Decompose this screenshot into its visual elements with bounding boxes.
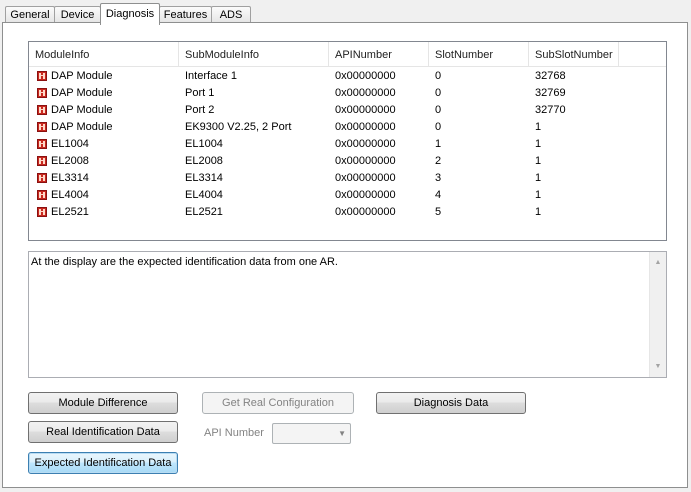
row-slotnumber: 5 — [435, 206, 442, 218]
row-subslotnumber: 32770 — [535, 104, 566, 116]
module-list[interactable]: ModuleInfo SubModuleInfo APINumber SlotN… — [28, 41, 667, 241]
row-subslotnumber: 32769 — [535, 87, 566, 99]
scroll-down-icon[interactable]: ▼ — [650, 358, 666, 375]
row-slotnumber: 0 — [435, 121, 442, 133]
module-icon — [37, 105, 47, 115]
row-submoduleinfo: Interface 1 — [185, 70, 237, 82]
chevron-down-icon: ▼ — [338, 429, 346, 438]
row-slotnumber: 1 — [435, 138, 442, 150]
row-apinumber: 0x00000000 — [335, 104, 396, 116]
api-number-select[interactable]: ▼ — [272, 423, 351, 444]
real-identification-data-button[interactable]: Real Identification Data — [28, 421, 178, 443]
row-subslotnumber: 1 — [535, 121, 542, 133]
row-apinumber: 0x00000000 — [335, 70, 396, 82]
module-icon — [37, 190, 47, 200]
row-slotnumber: 4 — [435, 189, 442, 201]
table-row[interactable]: EL4004 EL4004 0x00000000 4 1 — [29, 187, 666, 204]
row-subslotnumber: 1 — [535, 206, 542, 218]
tab-diagnosis[interactable]: Diagnosis — [100, 3, 160, 25]
row-submoduleinfo: EL1004 — [185, 138, 223, 150]
row-submoduleinfo: Port 2 — [185, 104, 215, 116]
row-submoduleinfo: Port 1 — [185, 87, 215, 99]
column-header-apinumber[interactable]: APINumber — [329, 42, 429, 66]
api-number-label: API Number — [204, 427, 264, 439]
diagnosis-data-button[interactable]: Diagnosis Data — [376, 392, 526, 414]
row-moduleinfo: EL4004 — [51, 189, 89, 201]
table-row[interactable]: DAP Module Port 1 0x00000000 0 32769 — [29, 85, 666, 102]
row-apinumber: 0x00000000 — [335, 189, 396, 201]
info-scrollbar[interactable]: ▲ ▼ — [649, 252, 666, 377]
row-moduleinfo: DAP Module — [51, 70, 113, 82]
table-row[interactable]: EL1004 EL1004 0x00000000 1 1 — [29, 136, 666, 153]
column-header-subslotnumber[interactable]: SubSlotNumber — [529, 42, 619, 66]
table-row[interactable]: EL3314 EL3314 0x00000000 3 1 — [29, 170, 666, 187]
row-apinumber: 0x00000000 — [335, 121, 396, 133]
info-text: At the display are the expected identifi… — [31, 256, 338, 268]
get-real-configuration-button[interactable]: Get Real Configuration — [202, 392, 354, 414]
row-submoduleinfo: EL4004 — [185, 189, 223, 201]
expected-identification-data-button[interactable]: Expected Identification Data — [28, 452, 178, 474]
row-submoduleinfo: EK9300 V2.25, 2 Port — [185, 121, 292, 133]
table-row[interactable]: EL2521 EL2521 0x00000000 5 1 — [29, 204, 666, 221]
list-header: ModuleInfo SubModuleInfo APINumber SlotN… — [29, 42, 666, 67]
row-slotnumber: 0 — [435, 104, 442, 116]
row-moduleinfo: DAP Module — [51, 121, 113, 133]
row-subslotnumber: 1 — [535, 138, 542, 150]
module-icon — [37, 122, 47, 132]
row-submoduleinfo: EL3314 — [185, 172, 223, 184]
column-header-slotnumber[interactable]: SlotNumber — [429, 42, 529, 66]
row-slotnumber: 3 — [435, 172, 442, 184]
column-header-moduleinfo[interactable]: ModuleInfo — [29, 42, 179, 66]
table-row[interactable]: EL2008 EL2008 0x00000000 2 1 — [29, 153, 666, 170]
module-icon — [37, 88, 47, 98]
table-row[interactable]: DAP Module Port 2 0x00000000 0 32770 — [29, 102, 666, 119]
module-difference-button[interactable]: Module Difference — [28, 392, 178, 414]
table-row[interactable]: DAP Module EK9300 V2.25, 2 Port 0x00000000… — [29, 119, 666, 136]
row-apinumber: 0x00000000 — [335, 172, 396, 184]
row-moduleinfo: EL1004 — [51, 138, 89, 150]
module-icon — [37, 139, 47, 149]
row-subslotnumber: 1 — [535, 172, 542, 184]
row-moduleinfo: EL3314 — [51, 172, 89, 184]
row-apinumber: 0x00000000 — [335, 206, 396, 218]
row-slotnumber: 2 — [435, 155, 442, 167]
row-slotnumber: 0 — [435, 87, 442, 99]
module-icon — [37, 173, 47, 183]
row-moduleinfo: DAP Module — [51, 104, 113, 116]
column-header-submoduleinfo[interactable]: SubModuleInfo — [179, 42, 329, 66]
row-moduleinfo: DAP Module — [51, 87, 113, 99]
row-subslotnumber: 32768 — [535, 70, 566, 82]
module-icon — [37, 207, 47, 217]
module-icon — [37, 156, 47, 166]
row-apinumber: 0x00000000 — [335, 155, 396, 167]
row-submoduleinfo: EL2521 — [185, 206, 223, 218]
module-icon — [37, 71, 47, 81]
row-subslotnumber: 1 — [535, 189, 542, 201]
row-slotnumber: 0 — [435, 70, 442, 82]
row-submoduleinfo: EL2008 — [185, 155, 223, 167]
row-moduleinfo: EL2008 — [51, 155, 89, 167]
row-apinumber: 0x00000000 — [335, 87, 396, 99]
row-apinumber: 0x00000000 — [335, 138, 396, 150]
scroll-up-icon[interactable]: ▲ — [650, 254, 666, 271]
info-textbox[interactable]: At the display are the expected identifi… — [28, 251, 667, 378]
table-row[interactable]: DAP Module Interface 1 0x00000000 0 32768 — [29, 68, 666, 85]
row-subslotnumber: 1 — [535, 155, 542, 167]
row-moduleinfo: EL2521 — [51, 206, 89, 218]
